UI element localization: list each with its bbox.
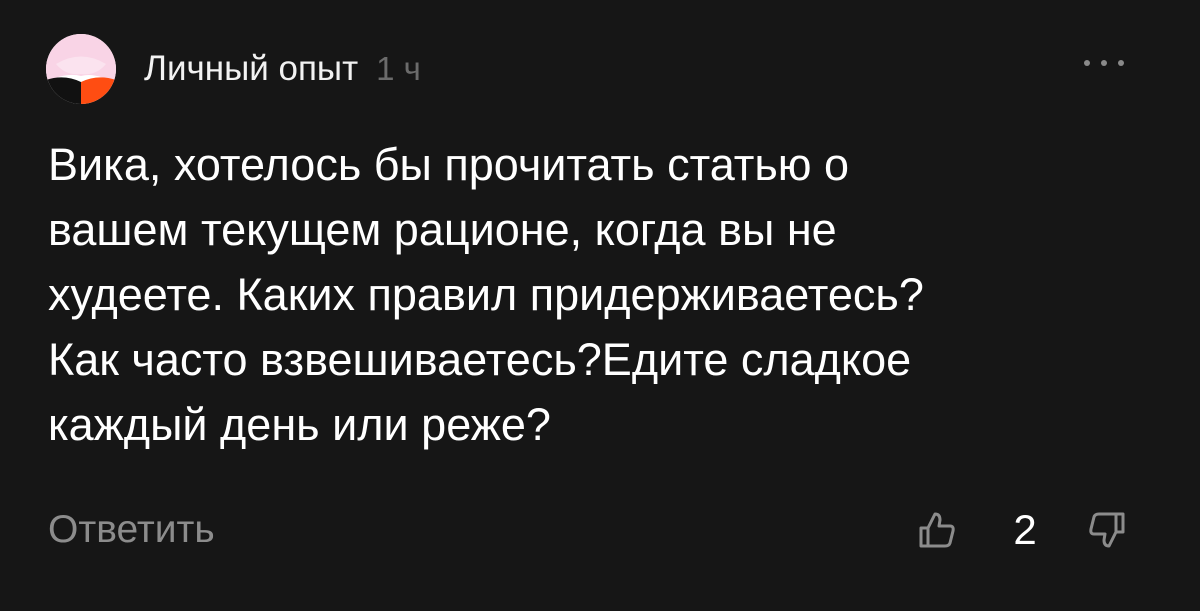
author-name[interactable]: Личный опыт <box>144 49 358 89</box>
likes-count: 2 <box>1013 506 1037 553</box>
comment-text: Вика, хотелось бы прочитать статью о ваш… <box>48 139 924 450</box>
author-avatar[interactable] <box>46 34 116 104</box>
more-options-button[interactable] <box>1084 48 1124 78</box>
like-button[interactable] <box>914 507 960 553</box>
reply-button[interactable]: Ответить <box>48 508 215 552</box>
more-dot-icon <box>1101 60 1107 66</box>
more-dot-icon <box>1118 60 1124 66</box>
comment-footer: Ответить 2 <box>48 500 1130 560</box>
comment-card: Личный опыт 1 ч Вика, хотелось бы прочит… <box>0 0 1200 611</box>
comment-header: Личный опыт 1 ч <box>46 34 1130 104</box>
dislike-button[interactable] <box>1084 507 1130 553</box>
vote-controls: 2 <box>914 506 1130 554</box>
comment-timestamp: 1 ч <box>376 50 421 87</box>
thumbs-down-icon <box>1089 512 1125 548</box>
thumbs-up-icon <box>919 512 955 548</box>
avatar-image-icon <box>46 34 116 104</box>
more-dot-icon <box>1084 60 1090 66</box>
